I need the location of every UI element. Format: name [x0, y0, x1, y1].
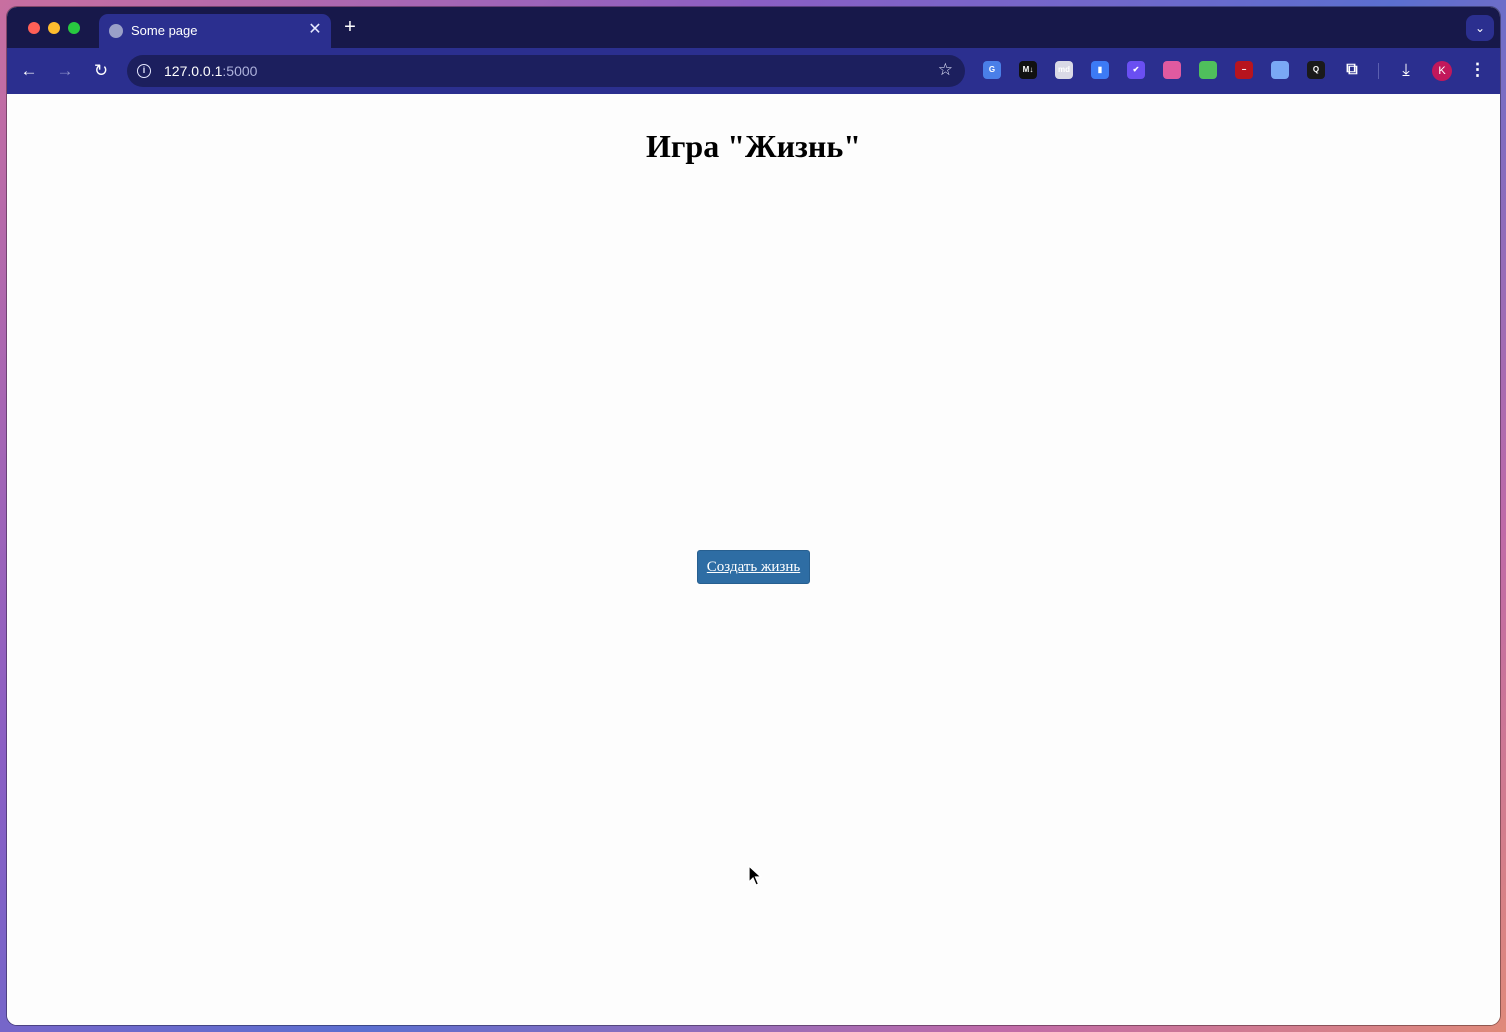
window-extension-icon[interactable]: [1271, 61, 1289, 79]
download-icon[interactable]: ⤓: [1395, 59, 1417, 81]
tab-search-button[interactable]: ⌄: [1466, 15, 1494, 41]
site-info-icon[interactable]: i: [137, 64, 151, 78]
close-tab-icon[interactable]: ✕: [305, 20, 325, 40]
url-text: 127.0.0.1:5000: [164, 63, 257, 79]
reload-button[interactable]: ↻: [90, 60, 112, 82]
address-bar[interactable]: i 127.0.0.1:5000 ☆: [127, 55, 965, 87]
tab-active[interactable]: Some page ✕: [99, 14, 331, 48]
browser-window: Some page ✕ + ⌄ ← → ↻ i 127.0.0.1:5000 ☆…: [7, 7, 1500, 1025]
pen-extension-icon[interactable]: [1199, 61, 1217, 79]
tab-bar: Some page ✕ + ⌄: [7, 7, 1500, 48]
browser-menu-icon[interactable]: ⋮: [1469, 59, 1486, 81]
page-title: Игра "Жизнь": [645, 128, 862, 164]
browser-toolbar: ← → ↻ i 127.0.0.1:5000 ☆ G M↓ md ▮ ✔ − Q ⧉ ⤓ K …: [7, 48, 1500, 94]
puzzle-icon[interactable]: ⧉: [1343, 61, 1361, 79]
url-host: 127.0.0.1: [164, 63, 223, 79]
close-window-button[interactable]: [28, 22, 40, 34]
google-translate-icon[interactable]: G: [983, 61, 1001, 79]
globe-icon: [109, 24, 123, 38]
markdown-icon[interactable]: M↓: [1019, 61, 1037, 79]
block-extension-icon[interactable]: −: [1235, 61, 1253, 79]
search-extension-icon[interactable]: Q: [1307, 61, 1325, 79]
bookmark-extension-icon[interactable]: ▮: [1091, 61, 1109, 79]
mouse-cursor-icon: [748, 865, 762, 886]
profile-avatar[interactable]: K: [1432, 61, 1452, 81]
forward-button[interactable]: →: [54, 60, 76, 82]
url-port: :5000: [222, 63, 258, 79]
tab-title: Some page: [131, 23, 198, 38]
back-button[interactable]: ←: [18, 60, 40, 82]
maximize-window-button[interactable]: [68, 22, 80, 34]
check-extension-icon[interactable]: ✔: [1127, 61, 1145, 79]
bookmark-star-icon[interactable]: ☆: [938, 60, 953, 80]
new-tab-button[interactable]: +: [340, 17, 360, 37]
page-content: Игра "Жизнь" Создать жизнь: [7, 94, 1500, 1025]
toolbar-divider: [1378, 63, 1379, 79]
md-icon[interactable]: md: [1055, 61, 1073, 79]
minimize-window-button[interactable]: [48, 22, 60, 34]
create-life-button[interactable]: Создать жизнь: [697, 550, 810, 584]
gradient-extension-icon[interactable]: [1163, 61, 1181, 79]
